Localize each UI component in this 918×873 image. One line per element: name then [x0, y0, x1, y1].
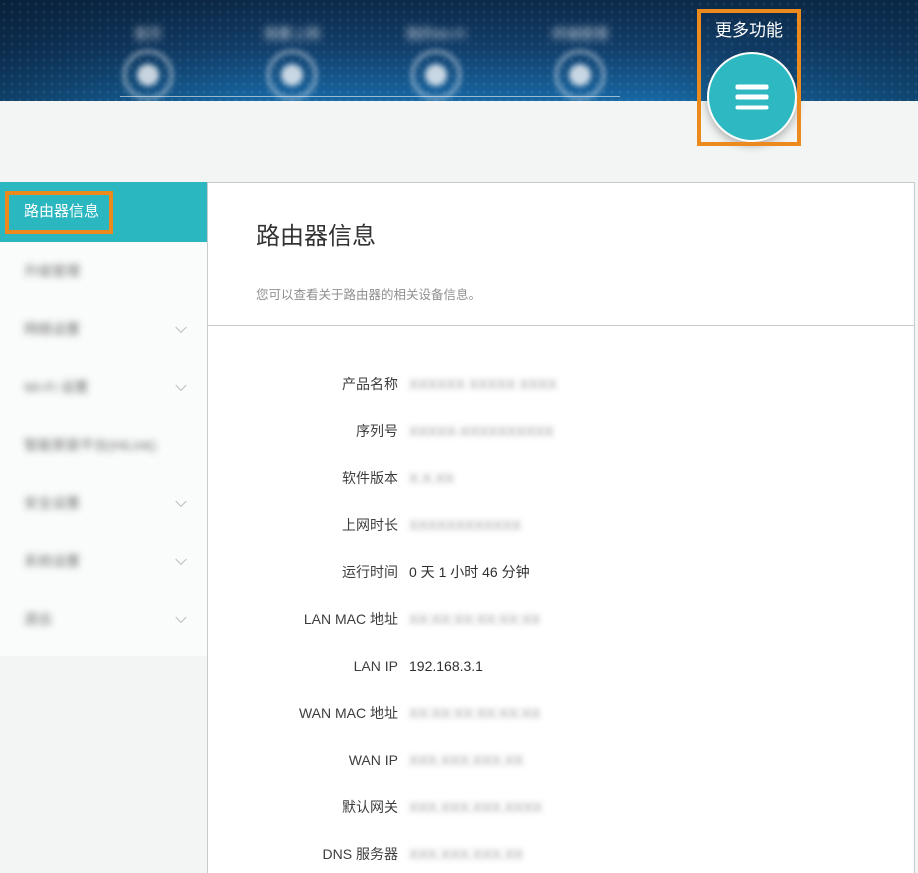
chevron-down-icon [175, 612, 186, 623]
field-value-redacted: XXX.XXX.XXX.XXXX [409, 799, 542, 815]
field-row-default-gateway: 默认网关 XXX.XXX.XXX.XXXX [208, 783, 914, 830]
router-info-fields: 产品名称 XXXXXX XXXXX XXXX 序列号 XXXXX-XXXXXXX… [208, 326, 914, 873]
field-value: 0 天 1 小时 46 分钟 [409, 562, 530, 582]
wifi-icon [411, 50, 461, 100]
field-row-online-duration: 上网时长 XXXXXXXXXXXX [208, 501, 914, 548]
nav-item-wifi[interactable]: 我的Wi-Fi [376, 24, 496, 100]
field-value-redacted: XXXXX-XXXXXXXXXX [409, 423, 554, 439]
field-label: WAN MAC 地址 [208, 703, 398, 723]
nav-item-label: 我要上网 [264, 24, 320, 44]
nav-item-label: 终端管理 [552, 24, 608, 44]
field-label: 序列号 [208, 421, 398, 441]
sidebar-item-label: 退出 [24, 590, 52, 648]
panel-header: 路由器信息 您可以查看关于路由器的相关设备信息。 [208, 183, 914, 326]
field-row-lan-ip: LAN IP 192.168.3.1 [208, 642, 914, 689]
sidebar-item-label: 升级管理 [24, 242, 80, 300]
nav-underline [120, 96, 620, 97]
sidebar-item-network-settings[interactable]: 网络设置 [0, 300, 207, 358]
field-row-serial-number: 序列号 XXXXX-XXXXXXXXXX [208, 407, 914, 454]
sidebar-item-smart-home[interactable]: 智能家居平台(HiLink) [0, 416, 207, 474]
chevron-down-icon [175, 322, 186, 333]
field-label: 运行时间 [208, 562, 398, 582]
globe-icon [267, 50, 317, 100]
field-label: 软件版本 [208, 468, 398, 488]
nav-item-label: 我的Wi-Fi [406, 24, 467, 44]
field-label: 默认网关 [208, 797, 398, 817]
sidebar-menu: 路由器信息 升级管理 网络设置 Wi-Fi 设置 智能家居平台(HiLink) … [0, 182, 207, 656]
field-value-redacted: XX:XX:XX:XX:XX:XX [409, 705, 541, 721]
router-info-panel: 路由器信息 您可以查看关于路由器的相关设备信息。 产品名称 XXXXXX XXX… [207, 182, 915, 873]
sidebar-item-label: 安全设置 [24, 474, 80, 532]
field-value: 192.168.3.1 [409, 658, 483, 674]
field-value-redacted: XXX.XXX.XXX.XX [409, 752, 523, 768]
chevron-down-icon [175, 554, 186, 565]
field-row-dns-server: DNS 服务器 XXX.XXX.XXX.XX [208, 830, 914, 873]
field-label: WAN IP [208, 752, 398, 768]
field-value-redacted: X.X.XX [409, 470, 454, 486]
sidebar-item-label: 路由器信息 [24, 182, 99, 242]
sidebar-item-label: 网络设置 [24, 300, 80, 358]
sidebar-item-security-settings[interactable]: 安全设置 [0, 474, 207, 532]
field-row-product-name: 产品名称 XXXXXX XXXXX XXXX [208, 360, 914, 407]
field-row-uptime: 运行时间 0 天 1 小时 46 分钟 [208, 548, 914, 595]
field-label: 上网时长 [208, 515, 398, 535]
nav-item-devices[interactable]: 终端管理 [520, 24, 640, 100]
nav-item-internet[interactable]: 我要上网 [232, 24, 352, 100]
sidebar-item-system-settings[interactable]: 系统设置 [0, 532, 207, 590]
field-value-redacted: XX:XX:XX:XX:XX:XX [409, 611, 541, 627]
nav-item-home[interactable]: 首页 [88, 24, 208, 100]
hamburger-menu-icon [736, 85, 769, 110]
sidebar-item-exit[interactable]: 退出 [0, 590, 207, 648]
page-title: 路由器信息 [256, 216, 866, 251]
field-row-lan-mac: LAN MAC 地址 XX:XX:XX:XX:XX:XX [208, 595, 914, 642]
field-row-software-version: 软件版本 X.X.XX [208, 454, 914, 501]
page-description: 您可以查看关于路由器的相关设备信息。 [256, 284, 866, 303]
nav-item-label: 首页 [134, 24, 162, 44]
field-row-wan-ip: WAN IP XXX.XXX.XXX.XX [208, 736, 914, 783]
sidebar-item-label: Wi-Fi 设置 [24, 358, 89, 416]
field-label: 产品名称 [208, 374, 398, 394]
field-label: LAN MAC 地址 [208, 609, 398, 629]
sidebar-item-wifi-settings[interactable]: Wi-Fi 设置 [0, 358, 207, 416]
field-row-wan-mac: WAN MAC 地址 XX:XX:XX:XX:XX:XX [208, 689, 914, 736]
home-icon [123, 50, 173, 100]
chevron-down-icon [175, 380, 186, 391]
sidebar-item-upgrade[interactable]: 升级管理 [0, 242, 207, 300]
sidebar-item-label: 系统设置 [24, 532, 80, 590]
more-functions-button[interactable] [707, 52, 797, 142]
more-functions-label: 更多功能 [697, 16, 801, 41]
field-value-redacted: XXXXXXXXXXXX [409, 517, 521, 533]
sidebar-item-label: 智能家居平台(HiLink) [24, 416, 156, 474]
field-value-redacted: XXXXXX XXXXX XXXX [409, 376, 557, 392]
field-label: DNS 服务器 [208, 844, 398, 864]
sidebar-item-router-info[interactable]: 路由器信息 [0, 182, 207, 242]
field-value-redacted: XXX.XXX.XXX.XX [409, 846, 523, 862]
field-label: LAN IP [208, 658, 398, 674]
chevron-down-icon [175, 496, 186, 507]
devices-icon [555, 50, 605, 100]
